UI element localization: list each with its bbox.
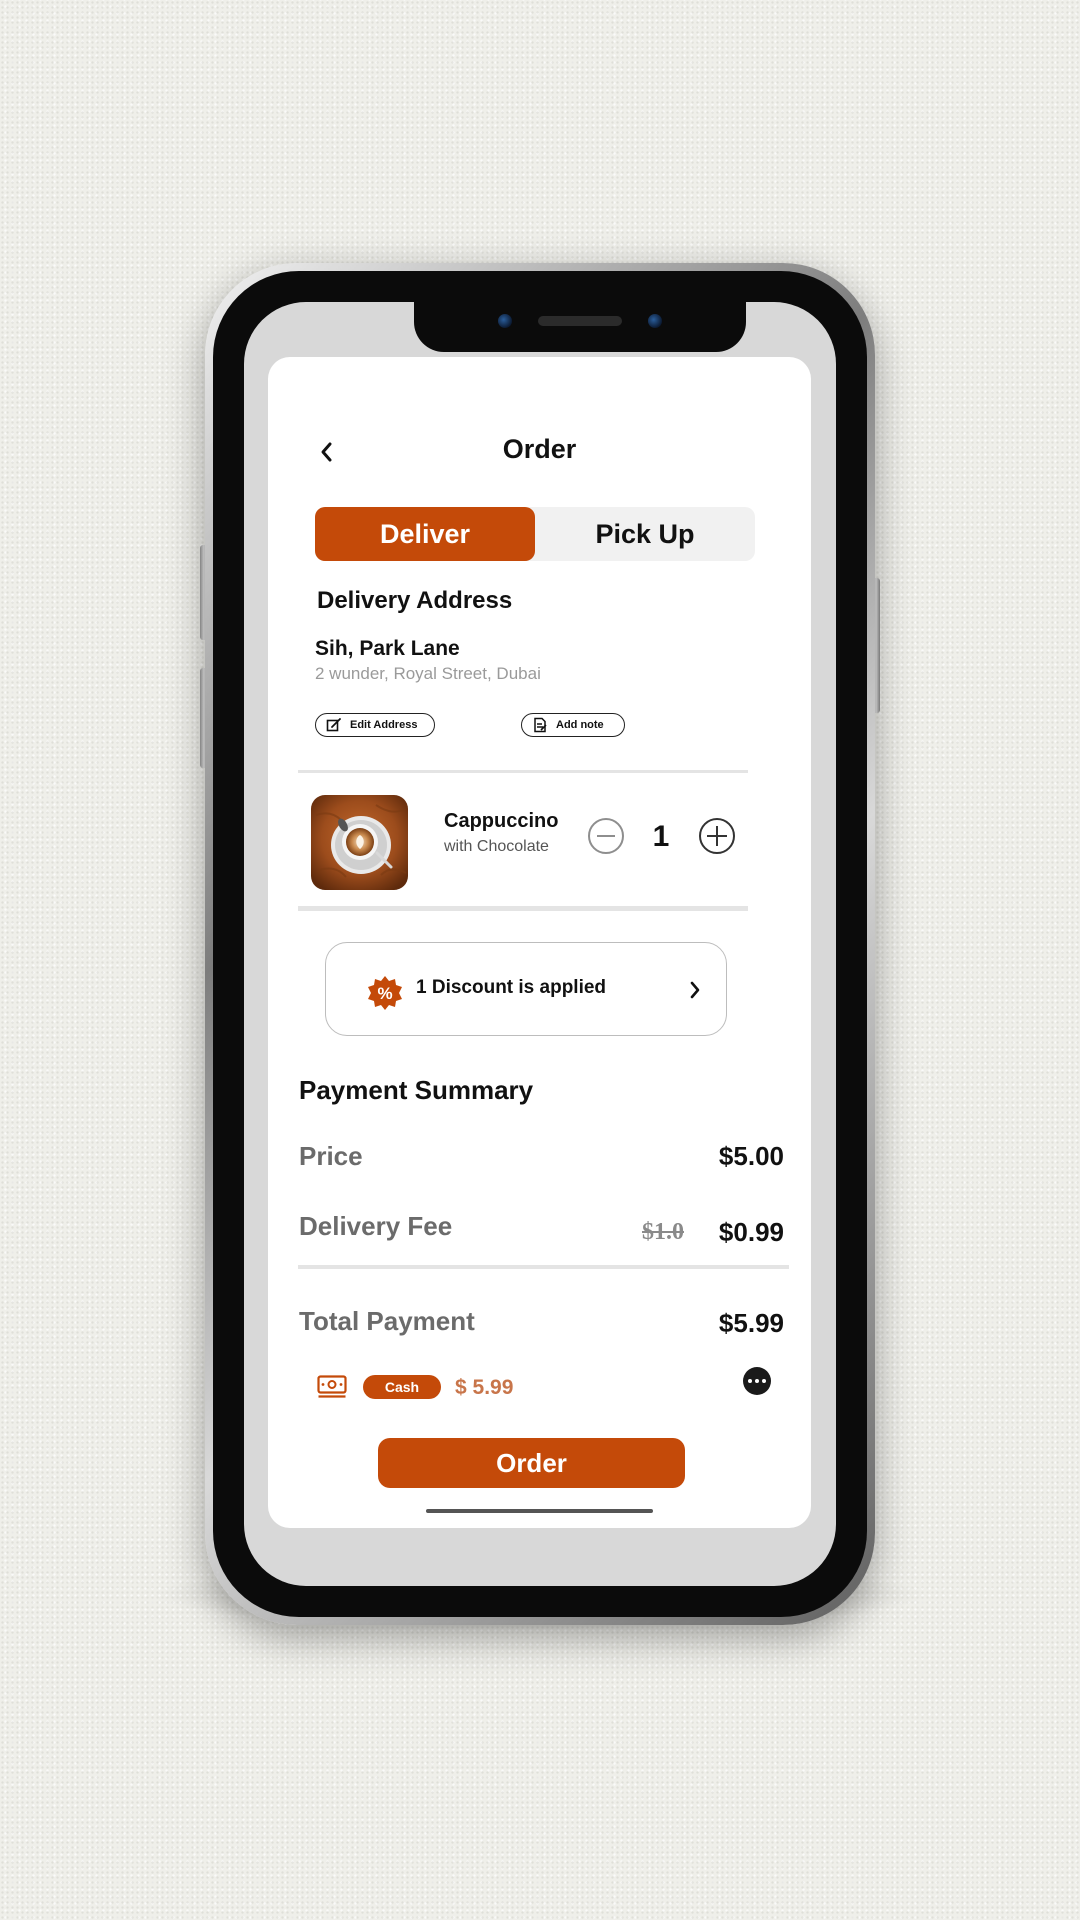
add-note-label: Add note: [556, 719, 604, 731]
divider: [298, 1265, 789, 1269]
total-payment-value: $5.99: [718, 1308, 784, 1338]
price-label: Price: [299, 1141, 363, 1171]
address-name: Sih, Park Lane: [315, 637, 460, 660]
cappuccino-image: [311, 795, 408, 890]
front-camera-icon: [498, 314, 512, 328]
delivery-address-heading: Delivery Address: [317, 587, 513, 614]
sensor-icon: [648, 314, 662, 328]
divider: [298, 906, 748, 911]
edit-address-label: Edit Address: [350, 719, 418, 731]
quantity-value: 1: [652, 820, 670, 853]
discount-badge-icon: %: [368, 976, 402, 1010]
price-value: $5.00: [718, 1141, 784, 1171]
tab-pick-up[interactable]: Pick Up: [535, 507, 755, 561]
order-button[interactable]: Order: [378, 1438, 685, 1488]
minus-icon: [597, 835, 615, 837]
more-dot: [762, 1379, 766, 1383]
delivery-fee-value: $0.99: [718, 1217, 784, 1247]
chevron-right-icon: [690, 981, 700, 999]
note-icon: [534, 717, 547, 733]
more-dot: [755, 1379, 759, 1383]
discount-label: 1 Discount is applied: [416, 977, 607, 998]
phone-notch: [414, 302, 746, 352]
total-payment-label: Total Payment: [299, 1306, 475, 1336]
plus-icon: [707, 826, 727, 846]
home-indicator: [426, 1509, 653, 1513]
delivery-fee-original: $1.0: [642, 1219, 684, 1245]
item-variant: with Chocolate: [444, 838, 549, 855]
speaker-grille: [538, 316, 622, 326]
order-screen: Order Deliver Pick Up Delivery Address S…: [268, 357, 811, 1528]
add-note-button[interactable]: Add note: [521, 713, 625, 737]
tab-deliver[interactable]: Deliver: [315, 507, 535, 561]
divider: [298, 770, 748, 773]
discount-banner[interactable]: % 1 Discount is applied: [325, 942, 727, 1036]
payment-amount: $ 5.99: [455, 1376, 514, 1399]
address-line: 2 wunder, Royal Street, Dubai: [315, 664, 541, 683]
payment-summary-heading: Payment Summary: [299, 1075, 534, 1105]
edit-address-button[interactable]: Edit Address: [315, 713, 435, 737]
payment-method-badge[interactable]: Cash: [363, 1375, 441, 1399]
discount-symbol: %: [377, 984, 392, 1003]
item-name: Cappuccino: [444, 810, 559, 832]
increase-quantity-button[interactable]: [699, 818, 735, 854]
delivery-fee-label: Delivery Fee: [299, 1211, 453, 1241]
delivery-mode-toggle: Deliver Pick Up: [315, 507, 755, 561]
decrease-quantity-button[interactable]: [588, 818, 624, 854]
cash-icon: [317, 1375, 347, 1398]
more-options-button[interactable]: [743, 1367, 771, 1395]
more-dot: [748, 1379, 752, 1383]
edit-icon: [326, 718, 341, 732]
page-title: Order: [502, 434, 577, 464]
